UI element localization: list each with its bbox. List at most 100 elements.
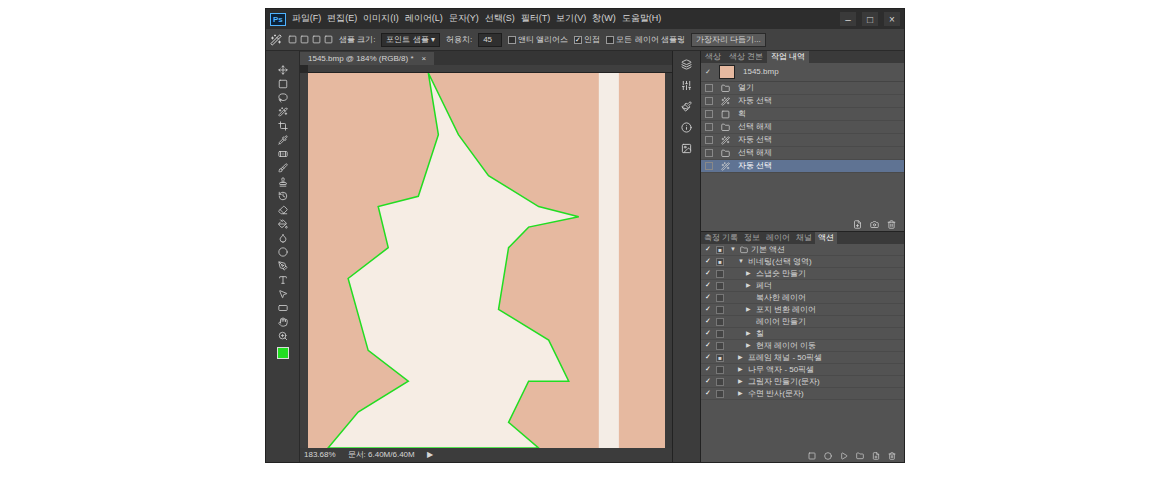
history-item[interactable]: 자동 선택 (701, 160, 904, 173)
tool-icon[interactable] (278, 79, 288, 89)
history-item[interactable]: 획 (701, 108, 904, 121)
panel-icon[interactable] (681, 80, 692, 91)
menu-item[interactable]: 문자(Y) (449, 12, 479, 26)
window-control[interactable]: – (840, 12, 856, 26)
tool-icon[interactable] (278, 261, 288, 271)
stroke-icon (721, 110, 730, 119)
window-control[interactable]: □ (862, 12, 878, 26)
action-item[interactable]: ✓레이어 만들기 (701, 316, 904, 328)
play-icon[interactable] (840, 452, 848, 460)
trash-icon[interactable] (888, 452, 896, 460)
menu-item[interactable]: 레이어(L) (405, 12, 443, 26)
tool-icon[interactable] (278, 177, 288, 187)
tool-icon[interactable] (278, 317, 288, 327)
panel-icon-strip (672, 51, 700, 462)
panel-icon[interactable] (681, 59, 692, 70)
tool-icon[interactable] (278, 289, 288, 299)
sample-size-select[interactable]: 포인트 샘플 ▾ (381, 33, 439, 47)
foreground-color-swatch[interactable] (277, 347, 289, 359)
page: Ps파일(F)편집(E)이미지(I)레이어(L)문자(Y)선택(S)필터(T)보… (0, 0, 1168, 495)
panel-icon[interactable] (681, 122, 692, 133)
scrollbar[interactable] (665, 73, 672, 448)
tool-icon[interactable] (278, 247, 288, 257)
stop-icon[interactable] (808, 452, 816, 460)
option-checkbox[interactable]: 모든 레이어 샘플링 (606, 34, 684, 46)
tool-icon[interactable] (278, 275, 288, 285)
selection-mode-icon[interactable] (312, 35, 321, 44)
action-item[interactable]: ✓복사한 레이어 (701, 292, 904, 304)
panel-tab[interactable]: 레이어 (763, 232, 793, 244)
document-tabs: 1545.bmp @ 184% (RGB/8) *× (300, 51, 672, 65)
menu-item[interactable]: 도움말(H) (622, 12, 662, 26)
action-item[interactable]: ✓▶스냅숏 만들기 (701, 268, 904, 280)
tool-icon[interactable] (278, 107, 288, 117)
panel-tab[interactable]: 측정 기록 (701, 232, 741, 244)
panels: 색상색상 견본작업 내역✓1545.bmp열기자동 선택획선택 해제자동 선택선… (700, 51, 904, 462)
history-item[interactable]: 자동 선택 (701, 134, 904, 147)
action-item[interactable]: ✓▶칠 (701, 328, 904, 340)
action-item[interactable]: ✓▶포지 변환 레이어 (701, 304, 904, 316)
history-item[interactable]: 선택 해제 (701, 147, 904, 160)
action-item[interactable]: ✓▶페더 (701, 280, 904, 292)
menu-item[interactable]: 창(W) (592, 12, 616, 26)
action-item[interactable]: ✓▶나무 액자 - 50픽셀 (701, 364, 904, 376)
menu-item[interactable]: 선택(S) (485, 12, 515, 26)
history-item[interactable]: 열기 (701, 82, 904, 95)
new-action-icon[interactable] (872, 452, 880, 460)
history-snapshot[interactable]: ✓1545.bmp (701, 63, 904, 82)
menu-item[interactable]: 이미지(I) (363, 12, 399, 26)
tool-icon[interactable] (278, 331, 288, 341)
trash-icon[interactable] (887, 220, 896, 229)
refine-edge-button[interactable]: 가장자리 다듬기... (691, 33, 766, 47)
panel-icon[interactable] (681, 101, 692, 112)
status-menu-arrow[interactable]: ▶ (427, 449, 433, 461)
tool-icon[interactable] (278, 303, 288, 313)
selection-mode-icon[interactable] (288, 35, 297, 44)
action-item[interactable]: ✓▶그림자 만들기(문자) (701, 376, 904, 388)
action-item[interactable]: ✓■▶프레임 채널 - 50픽셀 (701, 352, 904, 364)
folder-icon (740, 246, 748, 254)
action-item[interactable]: ✓▶수면 반사(문자) (701, 388, 904, 400)
document-tab[interactable]: 1545.bmp @ 184% (RGB/8) *× (300, 52, 434, 65)
tool-icon[interactable] (278, 191, 288, 201)
new-document-icon[interactable] (853, 220, 862, 229)
tolerance-input[interactable]: 45 (478, 33, 502, 47)
option-checkbox[interactable]: 앤티 앨리어스 (508, 34, 568, 46)
snapshot-icon[interactable] (870, 220, 879, 229)
selection-mode-icon[interactable] (324, 35, 333, 44)
tool-icon[interactable] (278, 121, 288, 131)
close-tab-button[interactable]: × (422, 53, 427, 65)
history-item[interactable]: 선택 해제 (701, 121, 904, 134)
action-item[interactable]: ✓■▼기본 액션 (701, 244, 904, 256)
panel-tab[interactable]: 채널 (793, 232, 815, 244)
panel-tab[interactable]: 색상 (701, 51, 725, 63)
action-item[interactable]: ✓▶현재 레이어 이동 (701, 340, 904, 352)
panel-icon[interactable] (681, 143, 692, 154)
tool-icon[interactable] (278, 205, 288, 215)
tool-icon[interactable] (278, 135, 288, 145)
tool-icon[interactable] (278, 163, 288, 173)
wand-icon (721, 97, 730, 106)
tool-icon[interactable] (278, 65, 288, 75)
record-icon[interactable] (824, 452, 832, 460)
action-item[interactable]: ✓■▼비네팅(선택 영역) (701, 256, 904, 268)
tool-icon[interactable] (278, 93, 288, 103)
selection-mode-icon[interactable] (300, 35, 309, 44)
menu-item[interactable]: 필터(T) (521, 12, 551, 26)
menu-item[interactable]: 편집(E) (327, 12, 357, 26)
tool-icon[interactable] (278, 219, 288, 229)
menu-item[interactable]: 보기(V) (556, 12, 586, 26)
menu-item[interactable]: 파일(F) (292, 12, 322, 26)
tool-icon[interactable] (278, 149, 288, 159)
magic-wand-icon[interactable] (270, 34, 282, 46)
history-item[interactable]: 자동 선택 (701, 95, 904, 108)
window-control[interactable]: × (884, 12, 900, 26)
option-checkbox[interactable]: ✓인접 (574, 34, 600, 46)
new-set-icon[interactable] (856, 452, 864, 460)
tool-icon[interactable] (278, 233, 288, 243)
zoom-level[interactable]: 183.68% (304, 449, 336, 461)
panel-tab[interactable]: 액션 (815, 232, 837, 244)
panel-tab[interactable]: 정보 (741, 232, 763, 244)
panel-tab[interactable]: 색상 견본 (725, 51, 767, 63)
panel-tab[interactable]: 작업 내역 (767, 51, 809, 63)
